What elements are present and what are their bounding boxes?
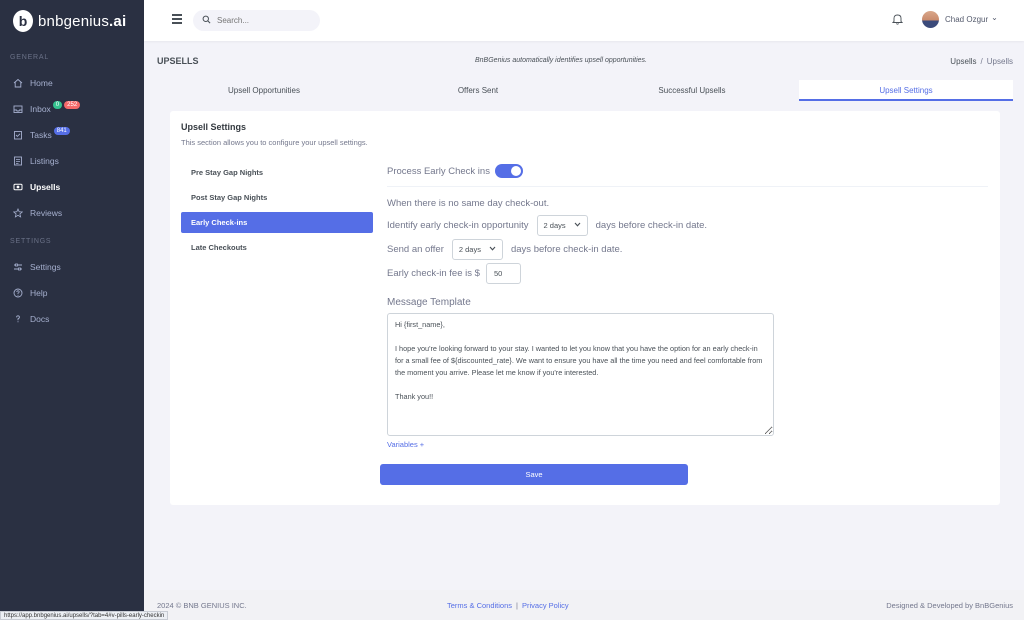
search-input[interactable] xyxy=(217,16,312,25)
home-icon xyxy=(12,78,23,89)
sidebar-item-upsells[interactable]: Upsells xyxy=(0,174,144,200)
inbox-badge-total: 252 xyxy=(64,101,81,109)
question-icon xyxy=(12,314,23,325)
identify-row: Identify early check-in opportunity 2 da… xyxy=(387,215,707,236)
message-template-label: Message Template xyxy=(387,297,471,308)
pill-post-stay-gap-nights[interactable]: Post Stay Gap Nights xyxy=(181,187,373,208)
sidebar-item-label: Settings xyxy=(30,262,61,272)
menu-toggle-icon[interactable] xyxy=(172,14,182,24)
tasks-badge: 841 xyxy=(53,127,70,135)
pill-early-check-ins[interactable]: Early Check-ins xyxy=(181,212,373,233)
inbox-badge-unread: 0 xyxy=(52,101,63,109)
avatar xyxy=(922,11,939,28)
identify-days-value: 2 days xyxy=(543,221,566,230)
upsell-tabs: Upsell Opportunities Offers Sent Success… xyxy=(157,80,1013,101)
page-header: UPSELLS BnBGenius automatically identifi… xyxy=(157,56,1013,70)
identify-suffix: days before check-in date. xyxy=(595,220,708,231)
fee-row: Early check-in fee is $ xyxy=(387,263,521,284)
sidebar-item-listings[interactable]: Listings xyxy=(0,148,144,174)
sidebar-item-home[interactable]: Home xyxy=(0,70,144,96)
search-icon xyxy=(202,15,211,26)
tasks-icon xyxy=(12,130,23,141)
settings-pill-nav: Pre Stay Gap Nights Post Stay Gap Nights… xyxy=(181,162,373,262)
offer-suffix: days before check-in date. xyxy=(510,244,623,255)
footer-designed-by: Designed & Developed by BnBGenius xyxy=(886,601,1013,610)
divider xyxy=(387,186,988,187)
star-icon xyxy=(12,208,23,219)
message-template-textarea[interactable]: Hi {first_name}, I hope you're looking f… xyxy=(387,313,774,436)
no-checkout-text: When there is no same day check-out. xyxy=(387,198,550,209)
upsell-settings-card: Upsell Settings This section allows you … xyxy=(170,111,1000,505)
user-menu[interactable]: Chad Ozgur ⌄ xyxy=(922,11,998,28)
chevron-down-icon: ⌄ xyxy=(991,13,998,22)
sidebar-item-label: Listings xyxy=(30,156,59,166)
help-icon xyxy=(12,288,23,299)
logo-text: bnbgenius.ai xyxy=(38,12,127,30)
fee-input[interactable] xyxy=(485,263,521,284)
sidebar-item-label: Inbox xyxy=(30,104,51,114)
sidebar-item-inbox[interactable]: Inbox 0 252 xyxy=(0,96,144,122)
variables-link[interactable]: Variables + xyxy=(387,440,424,449)
breadcrumb: Upsells / Upsells xyxy=(950,57,1013,66)
tab-upsell-settings[interactable]: Upsell Settings xyxy=(799,80,1013,101)
footer-copyright: 2024 © BNB GENIUS INC. xyxy=(157,601,247,610)
offer-days-value: 2 days xyxy=(458,245,481,254)
card-description: This section allows you to configure you… xyxy=(181,138,368,147)
menu-section-settings: SETTINGS xyxy=(10,238,52,245)
chevron-down-icon xyxy=(574,222,581,229)
save-button[interactable]: Save xyxy=(380,464,688,485)
tab-upsell-opportunities[interactable]: Upsell Opportunities xyxy=(157,80,371,101)
sidebar: b bnbgenius.ai GENERAL Home Inbox 0 252 … xyxy=(0,0,144,620)
sliders-icon xyxy=(12,262,23,273)
sidebar-item-tasks[interactable]: Tasks 841 xyxy=(0,122,144,148)
pill-late-checkouts[interactable]: Late Checkouts xyxy=(181,237,373,258)
upsells-icon xyxy=(12,182,23,193)
identify-days-select[interactable]: 2 days xyxy=(536,215,588,236)
sidebar-item-label: Docs xyxy=(30,314,50,324)
sidebar-item-label: Home xyxy=(30,78,53,88)
sidebar-item-help[interactable]: Help xyxy=(0,280,144,306)
listings-icon xyxy=(12,156,23,167)
fee-label: Early check-in fee is $ xyxy=(387,268,480,279)
search-box[interactable] xyxy=(193,10,320,31)
browser-status-url: https://app.bnbgenius.ai/upsells/?tab=4#… xyxy=(0,611,169,620)
offer-days-select[interactable]: 2 days xyxy=(451,239,503,260)
footer: 2024 © BNB GENIUS INC. Terms & Condition… xyxy=(144,590,1024,620)
card-title: Upsell Settings xyxy=(181,122,247,132)
privacy-link[interactable]: Privacy Policy xyxy=(522,601,569,610)
offer-prefix: Send an offer xyxy=(387,244,444,255)
footer-links: Terms & Conditions | Privacy Policy xyxy=(447,601,569,610)
breadcrumb-link-upsells[interactable]: Upsells xyxy=(950,57,976,66)
logo[interactable]: b bnbgenius.ai xyxy=(0,0,144,42)
sidebar-item-reviews[interactable]: Reviews xyxy=(0,200,144,226)
page-title: UPSELLS xyxy=(157,56,199,66)
logo-mark: b xyxy=(13,10,33,32)
process-toggle-label: Process Early Check ins xyxy=(387,165,490,177)
inbox-icon xyxy=(12,104,23,115)
sidebar-item-label: Reviews xyxy=(30,208,63,218)
sidebar-item-settings[interactable]: Settings xyxy=(0,254,144,280)
chevron-down-icon xyxy=(489,246,496,253)
sidebar-item-label: Upsells xyxy=(30,182,61,192)
process-toggle-row: Process Early Check ins xyxy=(387,164,523,178)
sidebar-item-label: Tasks xyxy=(30,130,52,140)
topbar: Chad Ozgur ⌄ xyxy=(144,0,1024,41)
breadcrumb-separator: / xyxy=(980,57,983,66)
page-subtitle: BnBGenius automatically identifies upsel… xyxy=(475,57,647,64)
menu-section-general: GENERAL xyxy=(10,54,50,61)
pill-pre-stay-gap-nights[interactable]: Pre Stay Gap Nights xyxy=(181,162,373,183)
process-early-checkins-toggle[interactable] xyxy=(494,164,523,178)
identify-prefix: Identify early check-in opportunity xyxy=(387,220,529,231)
notifications-bell-icon[interactable] xyxy=(891,13,904,27)
terms-link[interactable]: Terms & Conditions xyxy=(447,601,512,610)
user-name: Chad Ozgur xyxy=(945,15,989,24)
sidebar-item-docs[interactable]: Docs xyxy=(0,306,144,332)
footer-divider: | xyxy=(516,601,518,610)
tab-successful-upsells[interactable]: Successful Upsells xyxy=(585,80,799,101)
sidebar-item-label: Help xyxy=(30,288,48,298)
tab-offers-sent[interactable]: Offers Sent xyxy=(371,80,585,101)
offer-row: Send an offer 2 days days before check-i… xyxy=(387,239,622,260)
breadcrumb-current: Upsells xyxy=(986,57,1013,66)
